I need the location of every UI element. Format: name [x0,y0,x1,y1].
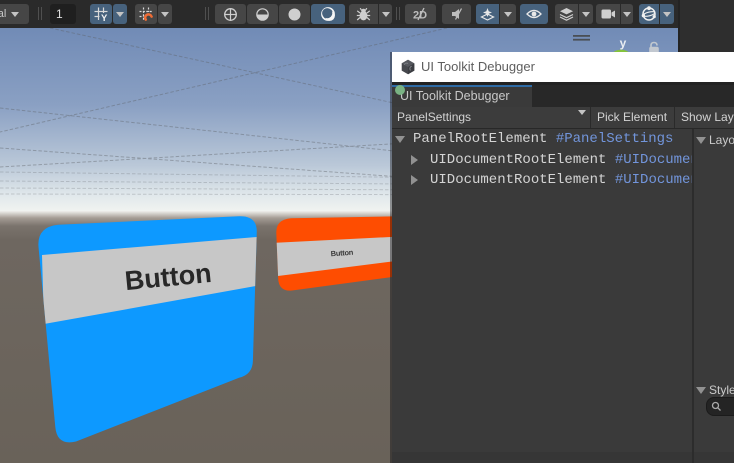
svg-text:Button: Button [330,248,354,259]
svg-text:y: y [620,36,627,50]
svg-text:Y: Y [101,13,108,21]
